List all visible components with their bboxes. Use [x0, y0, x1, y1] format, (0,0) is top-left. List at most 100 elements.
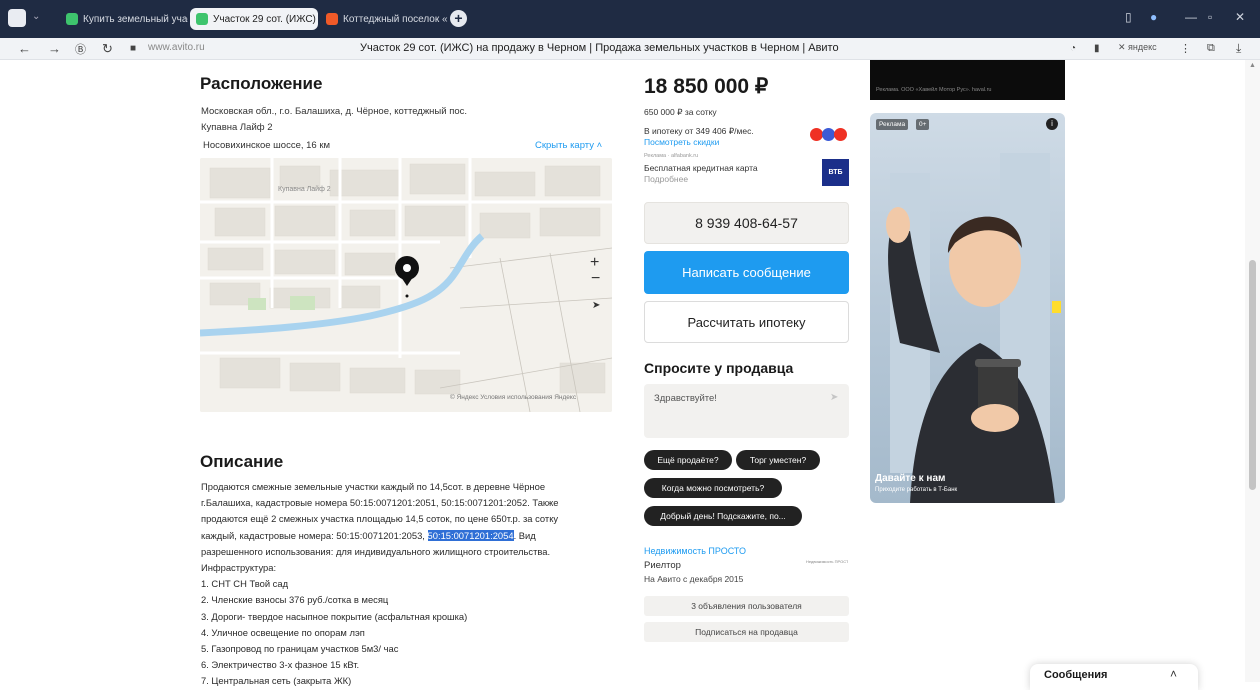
- write-message-button[interactable]: Написать сообщение: [644, 251, 849, 294]
- calc-mortgage-button[interactable]: Рассчитать ипотеку: [644, 301, 849, 343]
- vtb-logo[interactable]: ВТБ: [822, 159, 849, 186]
- browser-tab-bar: ⌄ Купить земельный участ Участок 29 сот.…: [0, 0, 1260, 38]
- description-heading: Описание: [200, 452, 284, 471]
- yandex-chip[interactable]: ✕ яндекс: [1118, 42, 1157, 53]
- seller-since: На Авито с декабря 2015: [644, 574, 744, 584]
- reader-icon[interactable]: ◔: [1070, 43, 1076, 54]
- address-line-2: Купавна Лайф 2: [201, 122, 273, 133]
- ask-input-text: Здравствуйте!: [654, 393, 717, 404]
- url-text[interactable]: www.avito.ru: [148, 42, 205, 53]
- description-text: Продаются смежные земельные участки кажд…: [201, 479, 621, 690]
- ad-card[interactable]: Реклама 0+ i Давайте к нам Приходите раб…: [870, 113, 1065, 503]
- scrollbar-thumb[interactable]: [1249, 260, 1256, 490]
- chevron-up-icon[interactable]: ˄: [1170, 667, 1177, 681]
- age-badge: 0+: [916, 119, 930, 130]
- map-copyright[interactable]: © Яндекс Условия использования Яндекс: [450, 394, 576, 401]
- tab-uchastok-29[interactable]: Участок 29 сот. (ИЖС) ✕: [190, 8, 318, 30]
- tabs-dropdown-icon[interactable]: ⌄: [32, 11, 40, 22]
- profile-icon[interactable]: ●: [1150, 10, 1157, 24]
- price: 18 850 000 ₽: [644, 75, 769, 98]
- geolocate-icon[interactable]: ➤: [592, 300, 600, 311]
- zoom-out-button[interactable]: −: [591, 270, 600, 288]
- address-line-1: Московская обл., г.о. Балашиха, д. Чёрно…: [201, 106, 468, 117]
- bookmark-icon[interactable]: ▮: [1094, 43, 1100, 54]
- minimize-icon[interactable]: —: [1185, 10, 1197, 24]
- tab-label: Участок 29 сот. (ИЖС): [213, 13, 316, 25]
- description-line-cadastral: каждый, кадастровые номера: 50:15:007120…: [201, 529, 536, 541]
- tab-kottedzh[interactable]: Коттеджный поселок «Ку: [320, 8, 448, 30]
- forward-icon[interactable]: →: [48, 41, 61, 56]
- ad-subtitle: Приходите работать в Т-Банк: [875, 487, 958, 493]
- reload-icon[interactable]: ↻: [102, 41, 113, 57]
- ad-label-small: Реклама · alfabank.ru: [644, 153, 699, 159]
- description-line: Инфраструктура:: [201, 562, 277, 574]
- ad-illustration: [886, 153, 1061, 503]
- messages-panel[interactable]: Сообщения ˄: [1030, 664, 1198, 690]
- protect-icon[interactable]: Ⓑ: [75, 41, 86, 57]
- top-ad-banner[interactable]: Реклама. ООО «Хавейл Мотор Рус». haval.r…: [870, 60, 1065, 100]
- avito-favicon-icon: [66, 13, 78, 25]
- messages-label: Сообщения: [1044, 669, 1108, 681]
- ask-seller-heading: Спросите у продавца: [644, 360, 794, 376]
- quick-reply-chip[interactable]: Когда можно посмотреть?: [644, 478, 782, 498]
- price-per-sotka: 650 000 ₽ за сотку: [644, 107, 717, 117]
- seller-name-link[interactable]: Недвижимость ПРОСТО: [644, 546, 746, 556]
- show-phone-button[interactable]: 8 939 408-64-57: [644, 202, 849, 244]
- location-heading: Расположение: [200, 74, 323, 93]
- lock-icon: ■: [130, 43, 137, 54]
- site-favicon-icon: [326, 13, 338, 25]
- new-tab-icon[interactable]: +: [450, 10, 467, 27]
- hide-map-link[interactable]: Скрыть карту ˄: [535, 140, 602, 151]
- seller-listings-button[interactable]: 3 объявления пользователя: [644, 596, 849, 616]
- quick-reply-chip[interactable]: Торг уместен?: [736, 450, 820, 470]
- description-line: 5. Газопровод по границам участков 5м3/ …: [201, 643, 399, 655]
- credit-card-text[interactable]: Бесплатная кредитная карта: [644, 163, 758, 173]
- description-line: 3. Дороги- твердое насыпное покрытие (ас…: [201, 610, 468, 622]
- description-line: 2. Членские взносы 376 руб./сотка в меся…: [201, 594, 389, 606]
- map[interactable]: Купавна Лайф 2 + − ➤ © Яндекс Условия ис…: [200, 158, 612, 412]
- subscribe-seller-button[interactable]: Подписаться на продавца: [644, 622, 849, 642]
- address-bar: ← → Ⓑ ↻ ■ www.avito.ru Участок 29 сот. (…: [0, 38, 1260, 60]
- description-line: Продаются смежные земельные участки кажд…: [201, 481, 546, 492]
- top-ad-banner-text: Реклама. ООО «Хавейл Мотор Рус». haval.r…: [876, 87, 992, 93]
- seller-role: Риелтор: [644, 560, 681, 571]
- description-line: 4. Уличное освещение по опорам лэп: [201, 626, 365, 638]
- ad-info-icon[interactable]: i: [1046, 118, 1058, 130]
- menu-dots-icon[interactable]: ⋮: [1180, 42, 1191, 55]
- tab-label: Купить земельный участ: [83, 13, 188, 25]
- description-line: г.Балашиха, кадастровые номера 50:15:007…: [201, 497, 559, 509]
- description-line: 6. Электричество 3-х фазное 15 кВт.: [201, 659, 360, 671]
- ad-title: Давайте к нам: [875, 473, 946, 484]
- description-line: разрешенного использования: для индивиду…: [201, 545, 551, 557]
- tab-label: Коттеджный поселок «Ку: [343, 13, 448, 25]
- tab-kupit-uchastok[interactable]: Купить земельный участ: [60, 8, 188, 30]
- avito-favicon-icon: [196, 13, 208, 25]
- page-scrollbar[interactable]: ▲: [1245, 60, 1260, 682]
- bank-logos-icon: [810, 128, 850, 142]
- discounts-link[interactable]: Посмотреть скидки: [644, 137, 719, 147]
- mortgage-text: В ипотеку от 349 406 ₽/мес.: [644, 126, 754, 136]
- quick-reply-chip[interactable]: Добрый день! Подскажите, по...: [644, 506, 802, 526]
- page-title: Участок 29 сот. (ИЖС) на продажу в Черно…: [360, 42, 839, 54]
- extensions-icon[interactable]: ⧉: [1207, 42, 1215, 55]
- ad-badge: Реклама: [876, 119, 909, 130]
- chevron-up-icon: ˄: [596, 140, 603, 151]
- send-icon[interactable]: ➤: [830, 392, 838, 403]
- quick-reply-chip[interactable]: Ещё продаёте?: [644, 450, 732, 470]
- description-line: продаются ещё 2 смежных участка площадью…: [201, 513, 559, 525]
- map-canvas: Купавна Лайф 2: [200, 158, 612, 412]
- back-icon[interactable]: ←: [18, 41, 31, 56]
- browser-menu-icon[interactable]: [8, 9, 26, 27]
- selected-text-highlight: 50:15:0071201:2054: [427, 529, 514, 541]
- description-line: 1. СНТ СН Твой сад: [201, 578, 289, 590]
- scroll-up-icon[interactable]: ▲: [1249, 62, 1256, 69]
- highway-distance: Носовихинское шоссе, 16 км: [203, 140, 331, 151]
- ask-seller-input[interactable]: Здравствуйте! ➤: [644, 384, 849, 438]
- map-place-label: Купавна Лайф 2: [278, 185, 331, 193]
- download-icon[interactable]: ⤓: [1236, 41, 1241, 56]
- bookmarks-icon[interactable]: ▯: [1125, 10, 1132, 24]
- close-window-icon[interactable]: ✕: [1235, 10, 1245, 24]
- more-link[interactable]: Подробнее: [644, 174, 688, 184]
- seller-logo[interactable]: Недвижимость ПРОСТО: [806, 559, 848, 569]
- restore-icon[interactable]: ▫: [1208, 10, 1212, 24]
